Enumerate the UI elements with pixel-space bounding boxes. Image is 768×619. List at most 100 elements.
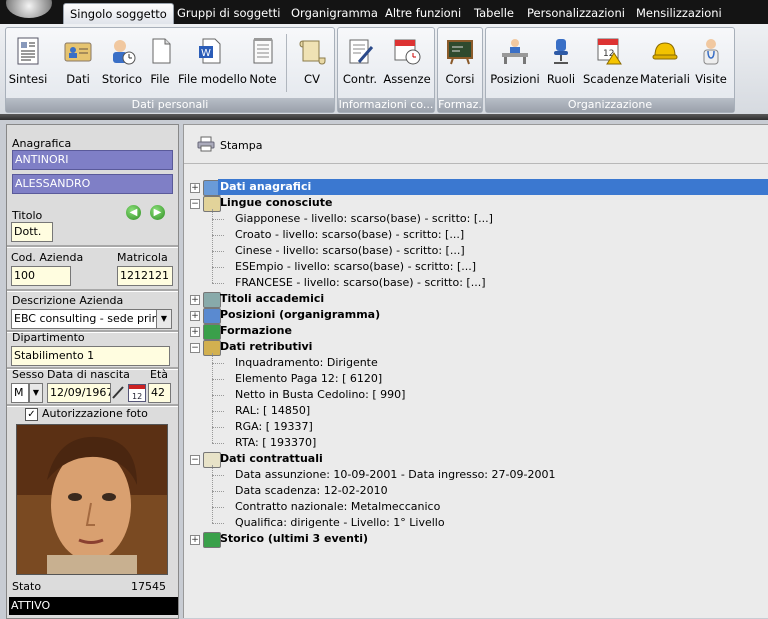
stampa-button[interactable] (197, 136, 217, 156)
tree-leaf[interactable]: Netto in Busta Cedolino: [ 990] (235, 387, 405, 403)
anagrafica-label: Anagrafica (12, 137, 72, 150)
tree-leaf[interactable]: ESEmpio - livello: scarso(base) - scritt… (235, 259, 476, 275)
corsi-label: Corsi (445, 72, 475, 86)
tree-connector (212, 427, 224, 428)
tree-leaf[interactable]: Elemento Paga 12: [ 6120] (235, 371, 382, 387)
chevron-down-icon[interactable]: ▼ (29, 383, 43, 403)
ruoli-button[interactable]: Ruoli (544, 30, 578, 92)
dati-button[interactable]: Dati (59, 30, 97, 92)
tree-leaf[interactable]: Data scadenza: 12-02-2010 (235, 483, 388, 499)
tree-node[interactable]: Posizioni (organigramma) (220, 307, 380, 323)
calendar-icon[interactable]: 12 (128, 384, 146, 402)
collapse-toggle-icon[interactable]: − (190, 343, 200, 353)
materiali-button[interactable]: Materiali (639, 30, 691, 92)
tree-leaf[interactable]: RAL: [ 14850] (235, 403, 310, 419)
sintesi-button[interactable]: Sintesi (8, 30, 48, 92)
tab-personalizzazioni[interactable]: Personalizzazioni (527, 3, 625, 24)
tab-organigramma[interactable]: Organigramma (291, 3, 378, 24)
scadenze-button[interactable]: 12 Scadenze (583, 30, 638, 92)
tree-leaf[interactable]: Giapponese - livello: scarso(base) - scr… (235, 211, 493, 227)
file-label: File (150, 72, 170, 86)
cognome-field[interactable]: ANTINORI (12, 150, 173, 170)
tree-node[interactable]: Formazione (220, 323, 292, 339)
expand-toggle-icon[interactable]: + (190, 535, 200, 545)
tree-leaf[interactable]: Cinese - livello: scarso(base) - scritto… (235, 243, 465, 259)
expand-toggle-icon[interactable]: + (190, 311, 200, 321)
tree-node[interactable]: Dati retributivi (220, 339, 312, 355)
tree-leaf[interactable]: RGA: [ 19337] (235, 419, 313, 435)
tree-leaf[interactable]: Qualifica: dirigente - Livello: 1° Livel… (235, 515, 445, 531)
dipartimento-field[interactable]: Stabilimento 1 (11, 346, 170, 366)
tree-connector (212, 395, 224, 396)
tree-node[interactable]: Dati contrattuali (220, 451, 323, 467)
tree-connector (212, 465, 213, 523)
note-button[interactable]: Note (247, 30, 279, 92)
next-record-button[interactable]: ▶ (150, 205, 165, 220)
expand-toggle-icon[interactable]: + (190, 327, 200, 337)
tab-singolo-soggetto[interactable]: Singolo soggetto (63, 3, 174, 25)
contr-button[interactable]: Contr. (342, 30, 378, 92)
sintesi-label: Sintesi (8, 72, 48, 86)
tree-connector (212, 353, 213, 443)
printer-icon (197, 136, 215, 152)
tree-leaf[interactable]: Contratto nazionale: Metalmeccanico (235, 499, 440, 515)
tab-mensilizzazioni[interactable]: Mensilizzazioni (636, 3, 722, 24)
divider (7, 289, 178, 292)
posizioni-button[interactable]: Posizioni (489, 30, 541, 92)
previous-record-button[interactable]: ◀ (126, 205, 141, 220)
assenze-label: Assenze (383, 72, 431, 86)
titolo-field[interactable]: Dott. (11, 222, 53, 242)
tab-gruppi-di-soggetti[interactable]: Gruppi di soggetti (177, 3, 280, 24)
edit-pencil-icon[interactable] (111, 384, 125, 400)
expand-toggle-icon[interactable]: + (190, 295, 200, 305)
tree-leaf[interactable]: FRANCESE - livello: scarso(base) - scrit… (235, 275, 486, 291)
tree-node[interactable]: Dati anagrafici (218, 179, 768, 195)
note-label: Note (249, 72, 277, 86)
ribbon-divider (0, 114, 768, 120)
tree-leaf[interactable]: Data assunzione: 10-09-2001 - Data ingre… (235, 467, 555, 483)
cod-azienda-field[interactable]: 100 (11, 266, 71, 286)
app-orb-button[interactable] (6, 0, 52, 18)
tab-altre-funzioni[interactable]: Altre funzioni (385, 3, 461, 24)
tab-tabelle[interactable]: Tabelle (474, 3, 514, 24)
visite-button[interactable]: Visite (693, 30, 729, 92)
contract-pen-icon (349, 39, 374, 64)
posizioni-label: Posizioni (490, 72, 540, 86)
tree-connector (212, 507, 224, 508)
nome-field[interactable]: ALESSANDRO (12, 174, 173, 194)
employee-photo (16, 424, 168, 575)
tree-node[interactable]: Storico (ultimi 3 eventi) (220, 531, 368, 547)
titolo-label: Titolo (12, 209, 43, 222)
file-button[interactable]: File (146, 30, 174, 92)
blackboard-icon (447, 40, 473, 65)
chevron-down-icon[interactable]: ▼ (156, 309, 172, 329)
id-card-icon (64, 42, 92, 62)
employee-summary-panel: Anagrafica ANTINORI ALESSANDRO Titolo ◀ … (6, 124, 179, 619)
tree-leaf[interactable]: RTA: [ 193370] (235, 435, 316, 451)
expand-toggle-icon[interactable]: + (190, 183, 200, 193)
collapse-toggle-icon[interactable]: − (190, 455, 200, 465)
stato-label: Stato (12, 580, 42, 593)
tree-connector (212, 251, 224, 252)
collapse-toggle-icon[interactable]: − (190, 199, 200, 209)
tree-node[interactable]: Lingue conosciute (220, 195, 332, 211)
file-modello-button[interactable]: W File modello (178, 30, 247, 92)
descrizione-azienda-select[interactable]: EBC consulting - sede prim (11, 309, 158, 329)
tree-leaf[interactable]: Inquadramento: Dirigente (235, 355, 378, 371)
ribbon-separator (286, 34, 287, 92)
cv-button[interactable]: CV (294, 30, 330, 92)
file-modello-label: File modello (178, 72, 247, 86)
note-icon (253, 38, 273, 64)
storico-button[interactable]: Storico (100, 30, 144, 92)
matricola-field[interactable]: 1212121 (117, 266, 173, 286)
data-nascita-field[interactable]: 12/09/1967 (47, 383, 111, 403)
corsi-button[interactable]: Corsi (441, 30, 479, 92)
eta-field[interactable]: 42 (148, 383, 171, 403)
tree-leaf[interactable]: Croato - livello: scarso(base) - scritto… (235, 227, 464, 243)
tree-node[interactable]: Titoli accademici (220, 291, 324, 307)
autorizzazione-foto-checkbox[interactable]: ✓ (25, 408, 38, 421)
assenze-button[interactable]: Assenze (383, 30, 431, 92)
stampa-label[interactable]: Stampa (220, 139, 262, 152)
sesso-select[interactable]: M (11, 383, 29, 403)
group-label-organizzazione: Organizzazione (486, 98, 734, 112)
